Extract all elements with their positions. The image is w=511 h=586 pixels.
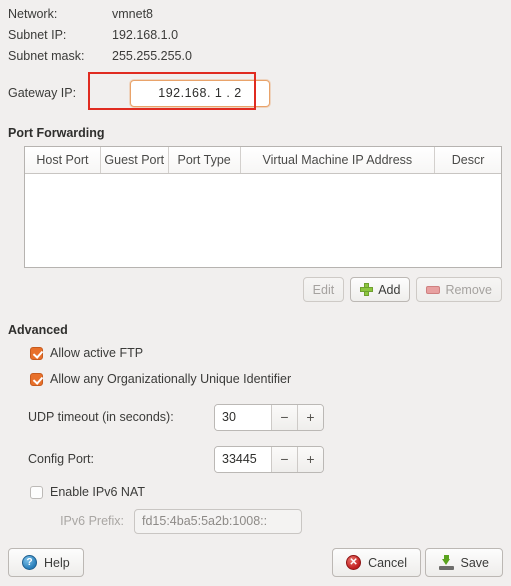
cancel-button[interactable]: ✕ Cancel <box>332 548 421 577</box>
info-row-network: Network: vmnet8 <box>8 3 338 24</box>
add-button[interactable]: Add <box>350 277 411 302</box>
checkbox-checked-icon <box>30 346 43 360</box>
network-label: Network: <box>8 6 58 21</box>
cancel-button-label: Cancel <box>368 555 407 570</box>
udp-timeout-spinner[interactable]: 30 − + <box>214 403 324 431</box>
udp-timeout-input[interactable]: 30 <box>215 404 271 430</box>
info-row-subnet-mask: Subnet mask: 255.255.255.0 <box>8 45 338 66</box>
advanced-title: Advanced <box>8 323 68 337</box>
save-button-label: Save <box>460 555 490 570</box>
help-button[interactable]: ? Help <box>8 548 84 577</box>
checkbox-allow-any-oui-label: Allow any Organizationally Unique Identi… <box>50 372 292 386</box>
checkbox-allow-any-oui[interactable]: Allow any Organizationally Unique Identi… <box>30 372 291 386</box>
edit-button-label: Edit <box>312 282 335 297</box>
subnet-ip-value: 192.168.1.0 <box>112 27 179 42</box>
subnet-ip-label: Subnet IP: <box>8 27 67 42</box>
ipv6-prefix-row: IPv6 Prefix: fd15:4ba5:5a2b:1008:: <box>28 508 302 534</box>
config-port-input[interactable]: 33445 <box>215 446 271 472</box>
subnet-mask-value: 255.255.255.0 <box>112 48 192 63</box>
network-value: vmnet8 <box>112 6 153 21</box>
remove-button[interactable]: Remove <box>416 277 502 302</box>
udp-timeout-increment-button[interactable]: + <box>297 404 323 430</box>
minus-icon <box>426 285 441 294</box>
info-row-subnet-ip: Subnet IP: 192.168.1.0 <box>8 24 338 45</box>
checkbox-enable-ipv6-nat[interactable]: Enable IPv6 NAT <box>30 485 145 499</box>
checkbox-unchecked-icon <box>30 485 43 499</box>
gateway-ip-label: Gateway IP: <box>8 86 77 100</box>
port-forwarding-actions: Edit Add Remove <box>302 277 502 302</box>
gateway-ip-row: Gateway IP: 192.168. 1 . 2 <box>8 78 270 108</box>
save-button[interactable]: Save <box>424 548 503 577</box>
remove-button-label: Remove <box>445 282 492 297</box>
udp-timeout-label: UDP timeout (in seconds): <box>28 410 174 424</box>
checkbox-allow-active-ftp-label: Allow active FTP <box>50 346 144 360</box>
port-forwarding-title: Port Forwarding <box>8 126 105 140</box>
column-header-port-type[interactable]: Port Type <box>168 147 241 173</box>
udp-timeout-row: UDP timeout (in seconds): 30 − + <box>28 403 324 431</box>
close-icon: ✕ <box>346 555 362 570</box>
port-forwarding-table[interactable]: Host Port Guest Port Port Type Virtual M… <box>24 146 502 268</box>
column-header-guest-port[interactable]: Guest Port <box>100 147 169 173</box>
config-port-row: Config Port: 33445 − + <box>28 445 324 473</box>
save-icon <box>438 555 454 570</box>
table-header-row: Host Port Guest Port Port Type Virtual M… <box>25 147 501 174</box>
checkbox-allow-active-ftp[interactable]: Allow active FTP <box>30 346 143 360</box>
table-body-empty[interactable] <box>25 174 501 267</box>
ipv6-prefix-input[interactable]: fd15:4ba5:5a2b:1008:: <box>134 508 302 534</box>
add-button-label: Add <box>378 282 401 297</box>
checkbox-checked-icon <box>30 372 43 386</box>
checkbox-enable-ipv6-nat-label: Enable IPv6 NAT <box>50 485 145 499</box>
udp-timeout-decrement-button[interactable]: − <box>271 404 297 430</box>
config-port-spinner[interactable]: 33445 − + <box>214 445 324 473</box>
config-port-decrement-button[interactable]: − <box>271 446 297 472</box>
column-header-vm-ip-address[interactable]: Virtual Machine IP Address <box>240 147 436 173</box>
ipv6-prefix-label: IPv6 Prefix: <box>60 514 124 528</box>
dialog-button-bar: ? Help ✕ Cancel Save <box>0 548 511 578</box>
help-icon: ? <box>22 555 37 570</box>
gateway-ip-input[interactable]: 192.168. 1 . 2 <box>130 79 270 107</box>
plus-icon <box>360 283 374 296</box>
column-header-description[interactable]: Descr <box>435 147 501 173</box>
subnet-mask-label: Subnet mask: <box>8 48 85 63</box>
config-port-increment-button[interactable]: + <box>297 446 323 472</box>
config-port-label: Config Port: <box>28 452 95 466</box>
column-header-host-port[interactable]: Host Port <box>25 147 101 173</box>
edit-button[interactable]: Edit <box>302 277 345 302</box>
help-button-label: Help <box>44 555 70 570</box>
network-info-panel: Network: vmnet8 Subnet IP: 192.168.1.0 S… <box>8 3 338 66</box>
